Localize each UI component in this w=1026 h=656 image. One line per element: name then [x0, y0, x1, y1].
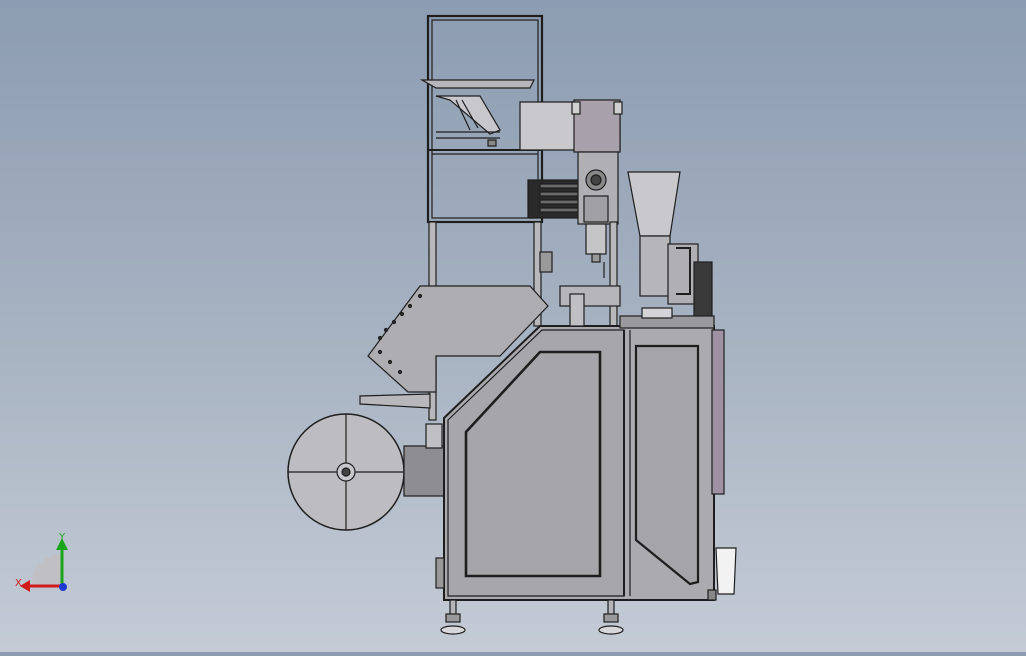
cad-viewport[interactable]: Y X — [0, 0, 1026, 652]
x-axis-label: X — [15, 578, 22, 589]
y-axis-label: Y — [58, 532, 66, 543]
leveling-feet — [440, 599, 624, 635]
axis-triad: Y X — [15, 532, 68, 592]
film-roll — [287, 413, 445, 531]
machine-model — [287, 14, 737, 635]
hopper-drum — [519, 99, 623, 153]
motor — [527, 179, 581, 219]
funnel — [627, 171, 713, 323]
triad-quadrant — [32, 554, 62, 584]
z-axis-dot — [59, 583, 67, 591]
